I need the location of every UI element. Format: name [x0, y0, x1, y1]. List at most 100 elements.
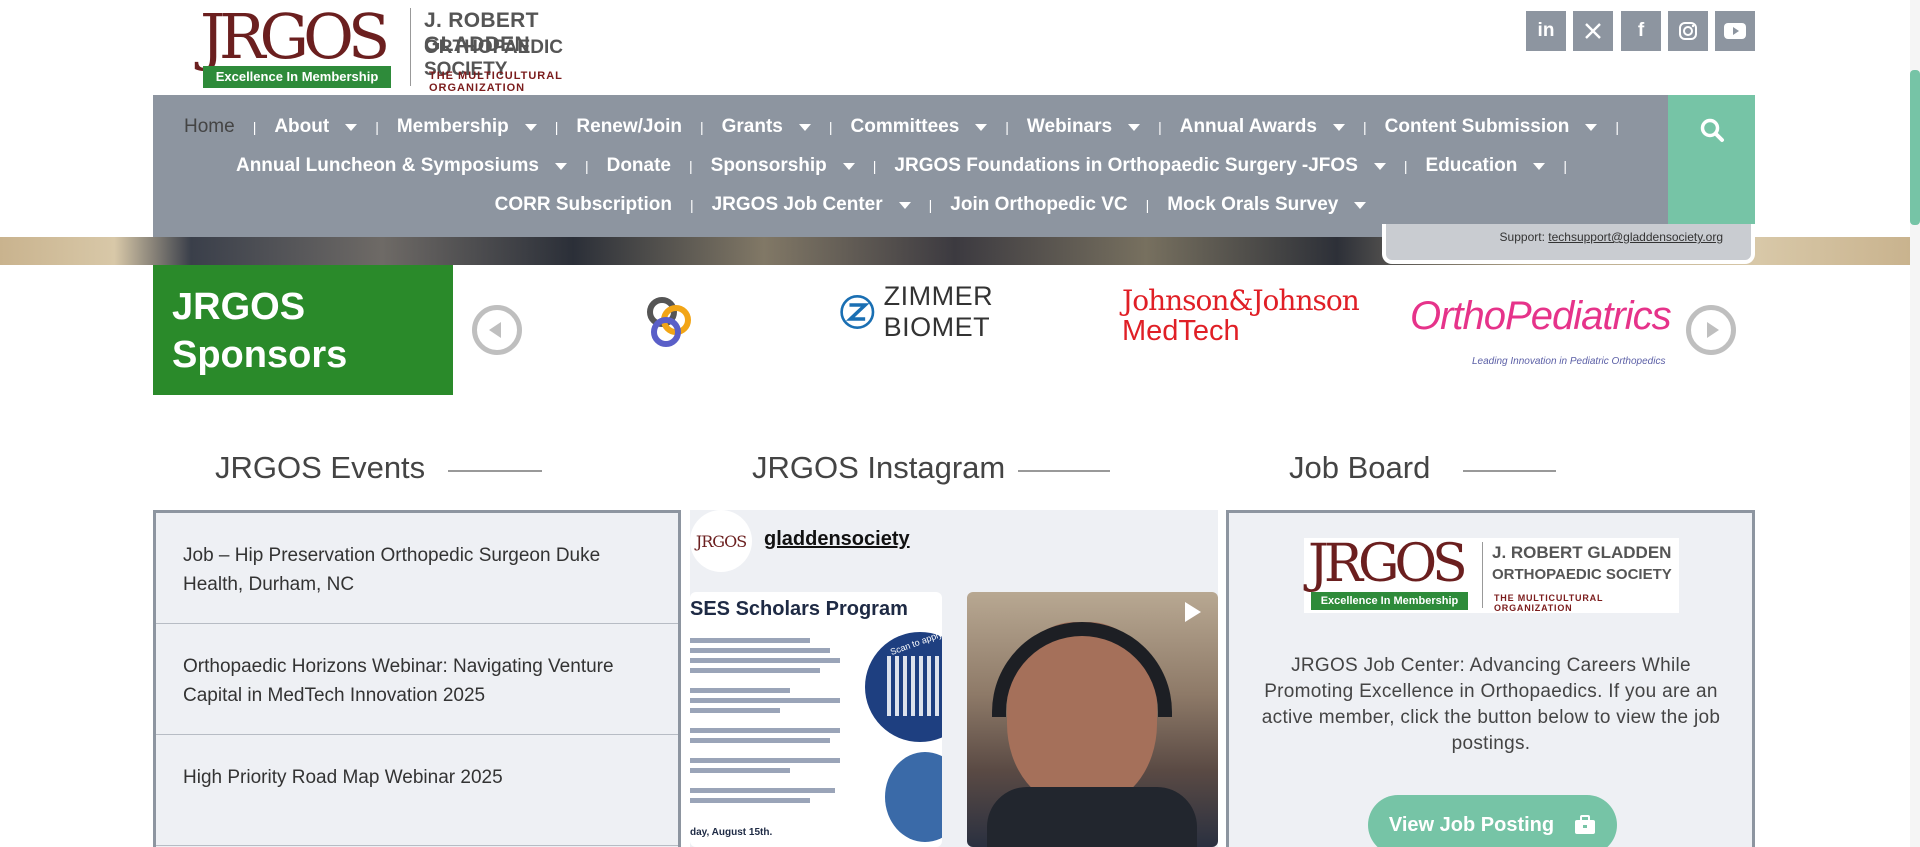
post-title: SES Scholars Program: [690, 598, 908, 620]
nav-item-webinars[interactable]: Webinars: [1027, 116, 1141, 138]
nav-row-3: CORR Subscription | JRGOS Job Center | J…: [173, 190, 1688, 220]
section-divider: [448, 470, 542, 472]
site-logo[interactable]: JRGOS Excellence In Membership J. ROBERT…: [200, 6, 650, 95]
post-text-line: [690, 798, 810, 803]
zimmer-biomet-text: ZIMMER BIOMET: [883, 281, 994, 342]
facebook-icon[interactable]: f: [1621, 11, 1661, 51]
support-info: Support: techsupport@gladdensociety.org: [1500, 230, 1723, 244]
johnson-johnson-logo[interactable]: Johnson&Johnson MedTech: [1122, 286, 1382, 348]
main-navigation: Home | About | Membership | Renew/Join |…: [153, 95, 1668, 237]
jobs-section-title: Job Board: [1289, 450, 1431, 485]
job-logo-name1: J. ROBERT GLADDEN: [1492, 543, 1672, 562]
view-job-posting-button[interactable]: View Job Posting: [1368, 795, 1617, 847]
nav-separator: |: [689, 158, 693, 174]
chevron-down-icon: [1585, 123, 1598, 131]
sponsors-heading-line2: Sponsors: [172, 334, 348, 376]
chevron-down-icon: [1373, 162, 1386, 170]
event-item[interactable]: High Priority Road Map Webinar 2025: [156, 735, 678, 846]
jnj-text-line2: MedTech: [1122, 315, 1240, 347]
nav-separator: |: [1362, 119, 1367, 135]
jnj-text-line1: Johnson&Johnson: [1122, 284, 1360, 317]
briefcase-icon: [1575, 815, 1596, 834]
nav-separator: |: [872, 158, 877, 174]
chevron-down-icon: [554, 162, 567, 170]
job-logo-wordmark: JRGOS: [1308, 534, 1468, 594]
post-text-line: [690, 708, 780, 713]
c3-logo[interactable]: [640, 292, 700, 362]
chevron-down-icon: [345, 123, 358, 131]
nav-item-home[interactable]: Home: [184, 116, 235, 138]
event-item[interactable]: Job – Hip Preservation Orthopedic Surgeo…: [156, 513, 678, 624]
nav-separator: |: [584, 158, 589, 174]
qr-code-icon: [887, 656, 942, 716]
section-divider: [1463, 470, 1556, 472]
nav-item-renew-join[interactable]: Renew/Join: [576, 116, 682, 138]
logo-divider: [410, 8, 411, 86]
orthopediatrics-text: OrthoPediatrics: [1410, 294, 1672, 338]
support-label: Support:: [1499, 230, 1545, 244]
event-item[interactable]: Orthopaedic Horizons Webinar: Navigating…: [156, 624, 678, 735]
page-scrollbar-thumb[interactable]: [1910, 70, 1920, 225]
chevron-down-icon: [1128, 123, 1141, 131]
view-job-posting-label: View Job Posting: [1388, 813, 1555, 836]
job-logo-tagline: Excellence In Membership: [1311, 592, 1468, 610]
post-text-line: [690, 658, 840, 663]
zimmer-biomet-mark-icon: [840, 294, 875, 330]
x-icon[interactable]: [1573, 11, 1613, 51]
nav-separator: |: [1145, 197, 1150, 213]
youtube-icon[interactable]: [1715, 11, 1755, 51]
nav-separator: |: [1615, 119, 1619, 135]
nav-item-content-submission[interactable]: Content Submission: [1385, 116, 1598, 138]
instagram-avatar[interactable]: JRGOS: [690, 510, 752, 572]
nav-item-corr-subscription[interactable]: CORR Subscription: [495, 194, 672, 216]
nav-item-jfos[interactable]: JRGOS Foundations in Orthopaedic Surgery…: [894, 155, 1386, 177]
nav-item-annual-awards[interactable]: Annual Awards: [1180, 116, 1345, 138]
orthopediatrics-tagline: Leading Innovation in Pediatric Orthoped…: [1472, 356, 1666, 367]
sponsors-heading-line1: JRGOS: [172, 286, 306, 328]
nav-item-job-center[interactable]: JRGOS Job Center: [712, 194, 911, 216]
zimmer-biomet-logo[interactable]: ZIMMER BIOMET: [839, 281, 1079, 342]
logo-divider: [1482, 542, 1483, 608]
headphones-shape: [992, 622, 1172, 717]
instagram-feed: JRGOS gladdensociety SES Scholars Progra…: [690, 510, 1218, 847]
instagram-icon[interactable]: [1668, 11, 1708, 51]
post-text-line: [690, 728, 840, 733]
job-logo-name2: ORTHOPAEDIC SOCIETY: [1492, 566, 1672, 583]
instagram-handle-link[interactable]: gladdensociety: [764, 528, 910, 551]
nav-item-education[interactable]: Education: [1426, 155, 1546, 177]
nav-item-about[interactable]: About: [274, 116, 358, 138]
post-text-line: [690, 698, 840, 703]
post-text-line: [690, 768, 790, 773]
logo-tagline: Excellence In Membership: [203, 66, 391, 88]
nav-item-mock-orals[interactable]: Mock Orals Survey: [1167, 194, 1367, 216]
nav-separator: |: [375, 119, 379, 135]
instagram-post[interactable]: [967, 592, 1218, 847]
chevron-down-icon: [1533, 162, 1546, 170]
qr-badge-label: Scan to apply: [888, 628, 942, 658]
carousel-prev-button[interactable]: [472, 305, 522, 355]
qr-badge: Scan to apply: [865, 628, 942, 742]
search-icon: [1700, 118, 1724, 142]
instagram-post[interactable]: SES Scholars Program Scan to apply day, …: [690, 592, 942, 847]
nav-item-grants[interactable]: Grants: [722, 116, 811, 138]
post-text-line: [690, 648, 830, 653]
chevron-down-icon: [975, 123, 988, 131]
orthopediatrics-logo[interactable]: OrthoPediatrics Leading Innovation in Pe…: [1408, 286, 1672, 372]
post-photo-shirt: [987, 787, 1197, 847]
events-list: Job – Hip Preservation Orthopedic Surgeo…: [153, 510, 681, 847]
search-button[interactable]: [1668, 95, 1755, 237]
nav-item-annual-luncheon[interactable]: Annual Luncheon & Symposiums: [236, 155, 567, 177]
nav-separator: |: [828, 119, 833, 135]
chevron-down-icon: [1332, 123, 1345, 131]
chevron-down-icon: [1354, 201, 1367, 209]
post-text-line: [690, 758, 840, 763]
nav-item-committees[interactable]: Committees: [851, 116, 988, 138]
carousel-next-button[interactable]: [1686, 305, 1736, 355]
chevron-down-icon: [898, 201, 911, 209]
nav-item-orthopedic-vc[interactable]: Join Orthopedic VC: [950, 194, 1127, 216]
linkedin-icon[interactable]: in: [1526, 11, 1566, 51]
nav-item-donate[interactable]: Donate: [607, 155, 671, 177]
support-email-link[interactable]: techsupport@gladdensociety.org: [1548, 230, 1723, 244]
nav-item-membership[interactable]: Membership: [397, 116, 537, 138]
nav-item-sponsorship[interactable]: Sponsorship: [711, 155, 855, 177]
